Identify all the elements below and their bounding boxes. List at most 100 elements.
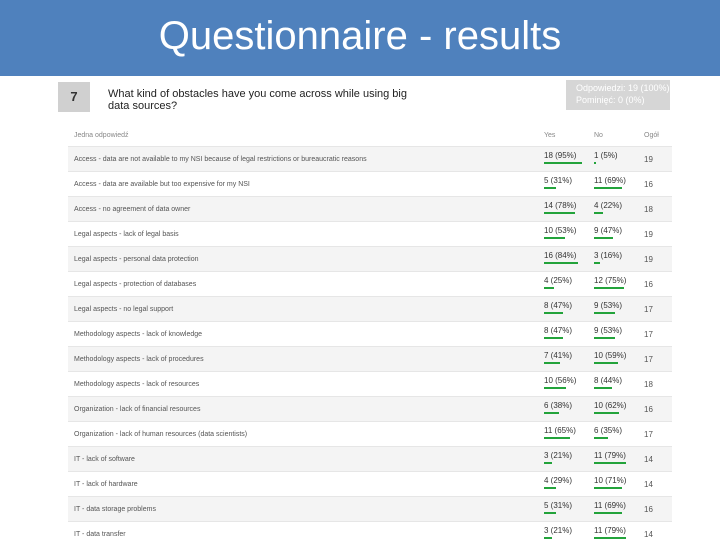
cell-no: 8 (44%) (588, 372, 638, 397)
table-row: Access - data are not available to my NS… (68, 147, 672, 172)
header-yes: Yes (538, 124, 588, 147)
cell-no: 4 (22%) (588, 197, 638, 222)
table-row: Methodology aspects - lack of resources1… (68, 372, 672, 397)
no-bar (594, 387, 612, 389)
no-value: 8 (44%) (594, 376, 622, 385)
row-label: Legal aspects - personal data protection (68, 247, 538, 272)
yes-bar (544, 187, 556, 189)
row-total: 14 (638, 447, 672, 472)
yes-bar (544, 212, 575, 214)
cell-yes: 6 (38%) (538, 397, 588, 422)
yes-bar (544, 387, 566, 389)
row-label: Organization - lack of financial resourc… (68, 397, 538, 422)
table-row: Methodology aspects - lack of procedures… (68, 347, 672, 372)
table-row: IT - data transfer3 (21%)11 (79%)14 (68, 522, 672, 546)
cell-no: 1 (5%) (588, 147, 638, 172)
row-total: 17 (638, 422, 672, 447)
yes-value: 18 (95%) (544, 151, 576, 160)
cell-yes: 7 (41%) (538, 347, 588, 372)
no-bar (594, 237, 613, 239)
cell-yes: 18 (95%) (538, 147, 588, 172)
table-row: Organization - lack of financial resourc… (68, 397, 672, 422)
header-total: Ogół (638, 124, 672, 147)
no-bar (594, 362, 618, 364)
yes-value: 5 (31%) (544, 176, 572, 185)
row-label: Access - no agreement of data owner (68, 197, 538, 222)
no-value: 11 (69%) (594, 176, 626, 185)
question-number-badge: 7 (58, 82, 90, 112)
row-total: 17 (638, 322, 672, 347)
no-bar (594, 512, 622, 514)
row-total: 17 (638, 347, 672, 372)
no-value: 1 (5%) (594, 151, 618, 160)
no-value: 6 (35%) (594, 426, 622, 435)
stats-skipped: Pominięć: 0 (0%) (576, 94, 670, 106)
yes-value: 14 (78%) (544, 201, 576, 210)
no-bar (594, 462, 626, 464)
no-value: 9 (47%) (594, 226, 622, 235)
row-total: 16 (638, 172, 672, 197)
cell-no: 9 (53%) (588, 322, 638, 347)
cell-yes: 3 (21%) (538, 447, 588, 472)
no-value: 9 (53%) (594, 301, 622, 310)
cell-yes: 4 (29%) (538, 472, 588, 497)
no-value: 12 (75%) (594, 276, 626, 285)
yes-value: 3 (21%) (544, 451, 572, 460)
no-bar (594, 487, 622, 489)
no-value: 11 (79%) (594, 451, 626, 460)
yes-value: 3 (21%) (544, 526, 572, 535)
row-total: 19 (638, 247, 672, 272)
yes-bar (544, 462, 552, 464)
yes-value: 16 (84%) (544, 251, 576, 260)
cell-yes: 8 (47%) (538, 297, 588, 322)
no-bar (594, 437, 608, 439)
response-stats-box: Odpowiedzi: 19 (100%) Pominięć: 0 (0%) (566, 80, 670, 110)
table-row: Legal aspects - protection of databases4… (68, 272, 672, 297)
yes-value: 11 (65%) (544, 426, 576, 435)
row-total: 18 (638, 197, 672, 222)
table-row: Access - data are available but too expe… (68, 172, 672, 197)
cell-no: 10 (71%) (588, 472, 638, 497)
row-label: IT - lack of hardware (68, 472, 538, 497)
cell-no: 9 (47%) (588, 222, 638, 247)
row-total: 14 (638, 522, 672, 546)
no-value: 9 (53%) (594, 326, 622, 335)
cell-yes: 10 (56%) (538, 372, 588, 397)
cell-yes: 8 (47%) (538, 322, 588, 347)
cell-yes: 3 (21%) (538, 522, 588, 546)
cell-no: 9 (53%) (588, 297, 638, 322)
cell-no: 11 (79%) (588, 522, 638, 546)
yes-value: 8 (47%) (544, 301, 572, 310)
yes-bar (544, 487, 556, 489)
header-no: No (588, 124, 638, 147)
no-value: 4 (22%) (594, 201, 622, 210)
yes-bar (544, 262, 578, 264)
cell-yes: 14 (78%) (538, 197, 588, 222)
row-label: Methodology aspects - lack of knowledge (68, 322, 538, 347)
table-row: Legal aspects - no legal support8 (47%)9… (68, 297, 672, 322)
row-total: 16 (638, 497, 672, 522)
row-label: Access - data are not available to my NS… (68, 147, 538, 172)
yes-bar (544, 237, 565, 239)
no-bar (594, 162, 596, 164)
row-label: IT - lack of software (68, 447, 538, 472)
yes-value: 4 (29%) (544, 476, 572, 485)
table-header-row: Jedna odpowiedź Yes No Ogół (68, 124, 672, 147)
cell-no: 6 (35%) (588, 422, 638, 447)
yes-bar (544, 162, 582, 164)
cell-no: 11 (79%) (588, 447, 638, 472)
row-label: Methodology aspects - lack of procedures (68, 347, 538, 372)
table-row: IT - data storage problems5 (31%)11 (69%… (68, 497, 672, 522)
yes-bar (544, 412, 559, 414)
row-label: Access - data are available but too expe… (68, 172, 538, 197)
table-row: Methodology aspects - lack of knowledge8… (68, 322, 672, 347)
cell-yes: 5 (31%) (538, 497, 588, 522)
cell-no: 11 (69%) (588, 172, 638, 197)
cell-yes: 5 (31%) (538, 172, 588, 197)
no-bar (594, 187, 622, 189)
row-total: 17 (638, 297, 672, 322)
yes-bar (544, 437, 570, 439)
table-row: Access - no agreement of data owner 14 (7… (68, 197, 672, 222)
table-row: Legal aspects - personal data protection… (68, 247, 672, 272)
row-total: 19 (638, 147, 672, 172)
